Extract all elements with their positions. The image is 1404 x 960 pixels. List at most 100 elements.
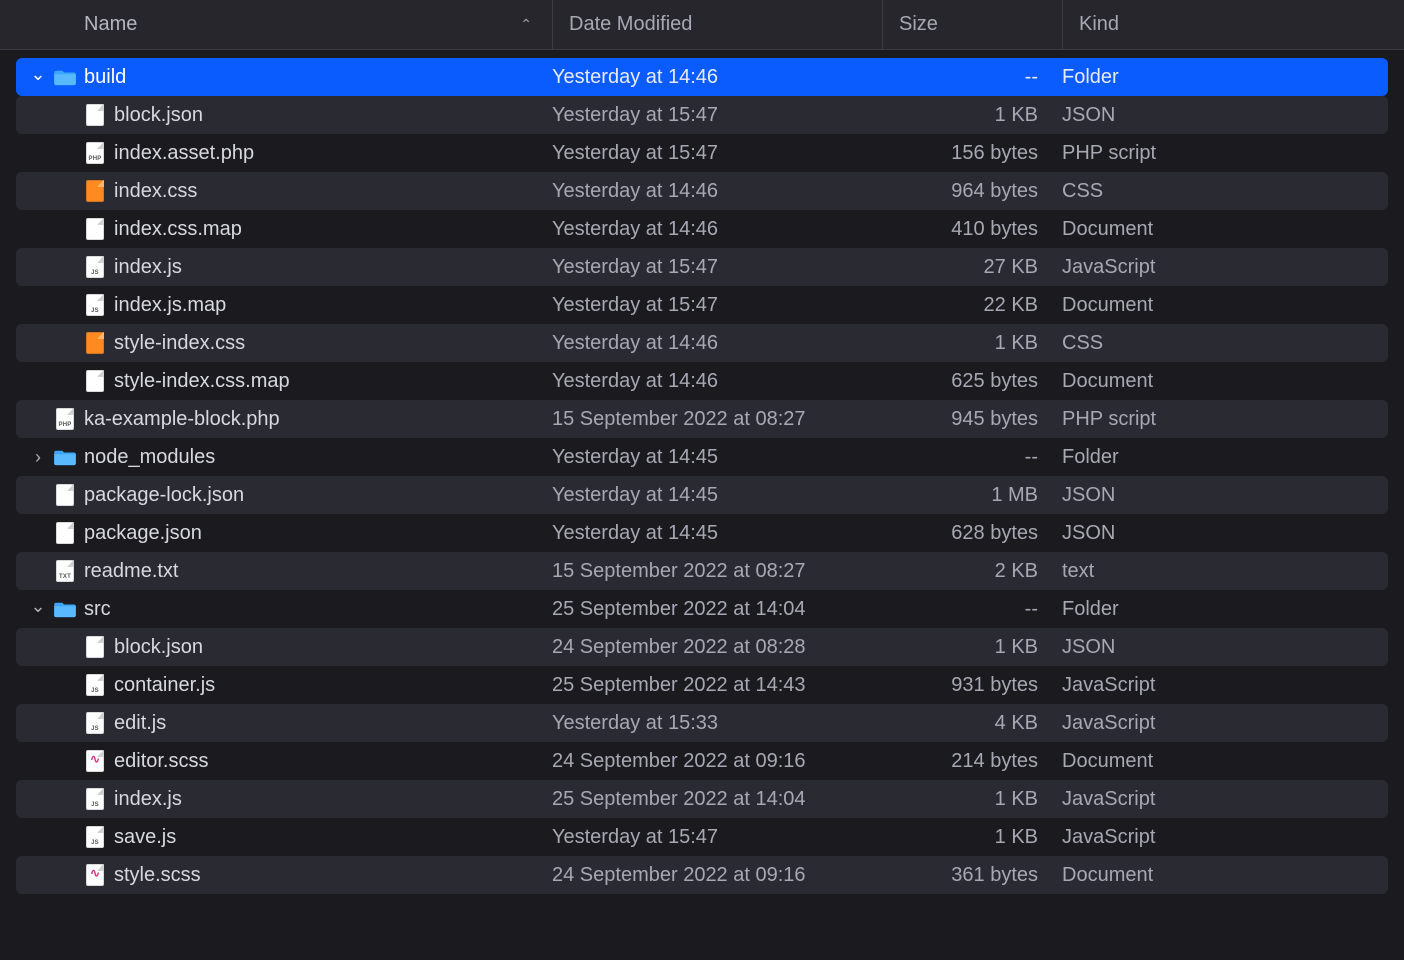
cell-size: -- — [882, 66, 1062, 89]
file-row[interactable]: JSindex.js.mapYesterday at 15:4722 KBDoc… — [16, 286, 1388, 324]
column-header-row: Name ⌃ Date Modified Size Kind — [0, 0, 1404, 50]
folder-row[interactable]: › node_modulesYesterday at 14:45--Folder — [16, 438, 1388, 476]
cell-date-modified: Yesterday at 15:33 — [552, 712, 882, 735]
disclosure-placeholder — [60, 830, 76, 845]
file-icon-wrapper: JS — [84, 788, 106, 810]
disclosure-placeholder — [60, 754, 76, 769]
file-row[interactable]: PHPka-example-block.php15 September 2022… — [16, 400, 1388, 438]
file-row[interactable]: style-index.css.mapYesterday at 14:46625… — [16, 362, 1388, 400]
disclosure-placeholder — [60, 146, 76, 161]
item-name: editor.scss — [114, 750, 208, 773]
file-row[interactable]: block.json24 September 2022 at 08:281 KB… — [16, 628, 1388, 666]
file-row[interactable]: JSindex.jsYesterday at 15:4727 KBJavaScr… — [16, 248, 1388, 286]
file-icon-wrapper: JS — [84, 674, 106, 696]
folder-row[interactable]: ⌄ buildYesterday at 14:46--Folder — [16, 58, 1388, 96]
file-row[interactable]: TXTreadme.txt15 September 2022 at 08:272… — [16, 552, 1388, 590]
file-icon-wrapper — [84, 370, 106, 392]
cell-kind: JavaScript — [1062, 712, 1388, 735]
item-name: save.js — [114, 826, 176, 849]
file-list[interactable]: ⌄ buildYesterday at 14:46--Folder block.… — [0, 50, 1404, 960]
cell-name: ⌄ src — [16, 598, 552, 621]
cell-date-modified: Yesterday at 14:46 — [552, 180, 882, 203]
file-icon — [56, 484, 74, 506]
file-row[interactable]: index.css.map Yesterday at 14:46410 bytes… — [16, 210, 1388, 248]
item-name: node_modules — [84, 446, 215, 469]
file-row[interactable]: JSsave.jsYesterday at 15:471 KBJavaScrip… — [16, 818, 1388, 856]
column-header-date-label: Date Modified — [569, 13, 692, 36]
item-name: index.js.map — [114, 294, 226, 317]
file-row[interactable]: PHPindex.asset.phpYesterday at 15:47156 … — [16, 134, 1388, 172]
cell-name: JSedit.js — [16, 712, 552, 735]
item-name: package-lock.json — [84, 484, 244, 507]
cell-name: JS container.js — [16, 674, 552, 697]
file-row[interactable]: JSindex.js25 September 2022 at 14:041 KB… — [16, 780, 1388, 818]
cell-date-modified: Yesterday at 15:47 — [552, 826, 882, 849]
chevron-down-icon[interactable]: ⌄ — [30, 598, 46, 617]
file-row[interactable]: ∿editor.scss24 September 2022 at 09:1621… — [16, 742, 1388, 780]
cell-size: 945 bytes — [882, 408, 1062, 431]
scss-file-icon: ∿ — [86, 750, 104, 772]
cell-name: PHPindex.asset.php — [16, 142, 552, 165]
disclosure-placeholder — [60, 108, 76, 123]
item-name: index.css.map — [114, 218, 242, 241]
column-header-date[interactable]: Date Modified — [552, 0, 882, 49]
cell-kind: Folder — [1062, 66, 1388, 89]
cell-size: 1 MB — [882, 484, 1062, 507]
cell-size: -- — [882, 598, 1062, 621]
cell-size: 4 KB — [882, 712, 1062, 735]
cell-date-modified: Yesterday at 15:47 — [552, 142, 882, 165]
file-row[interactable]: JScontainer.js25 September 2022 at 14:43… — [16, 666, 1388, 704]
folder-row[interactable]: ⌄ src25 September 2022 at 14:04--Folder — [16, 590, 1388, 628]
cell-size: 22 KB — [882, 294, 1062, 317]
item-name: build — [84, 66, 126, 89]
file-icon — [86, 104, 104, 126]
file-row[interactable]: index.cssYesterday at 14:46964 bytesCSS — [16, 172, 1388, 210]
item-name: package.json — [84, 522, 202, 545]
column-header-name-label: Name — [84, 13, 137, 36]
cell-kind: CSS — [1062, 332, 1388, 355]
cell-kind: JSON — [1062, 522, 1388, 545]
file-row[interactable]: block.jsonYesterday at 15:471 KBJSON — [16, 96, 1388, 134]
cell-date-modified: Yesterday at 14:45 — [552, 484, 882, 507]
cell-name: JSindex.js.map — [16, 294, 552, 317]
cell-name: ⌄ build — [16, 66, 552, 89]
cell-kind: Document — [1062, 864, 1388, 887]
cell-size: 628 bytes — [882, 522, 1062, 545]
cell-kind: JSON — [1062, 484, 1388, 507]
cell-size: 410 bytes — [882, 218, 1062, 241]
file-icon-wrapper: TXT — [54, 560, 76, 582]
file-icon-wrapper — [84, 636, 106, 658]
chevron-right-icon[interactable]: › — [30, 447, 46, 468]
file-row[interactable]: ∿style.scss24 September 2022 at 09:16361… — [16, 856, 1388, 894]
cell-date-modified: Yesterday at 14:45 — [552, 522, 882, 545]
file-icon — [86, 370, 104, 392]
cell-date-modified: Yesterday at 14:46 — [552, 66, 882, 89]
folder-icon — [54, 68, 76, 86]
disclosure-placeholder — [60, 868, 76, 883]
column-header-name[interactable]: Name ⌃ — [0, 13, 552, 36]
column-header-kind[interactable]: Kind — [1062, 0, 1404, 49]
chevron-down-icon[interactable]: ⌄ — [30, 66, 46, 85]
file-icon: PHP — [86, 142, 104, 164]
item-name: index.css — [114, 180, 197, 203]
cell-date-modified: Yesterday at 14:46 — [552, 218, 882, 241]
cell-date-modified: 25 September 2022 at 14:04 — [552, 598, 882, 621]
column-header-size[interactable]: Size — [882, 0, 1062, 49]
cell-kind: JavaScript — [1062, 256, 1388, 279]
disclosure-placeholder — [60, 222, 76, 237]
disclosure-placeholder — [60, 678, 76, 693]
cell-name: JS index.js — [16, 788, 552, 811]
folder-icon — [54, 448, 76, 466]
file-row[interactable]: package-lock.json Yesterday at 14:451 MBJ… — [16, 476, 1388, 514]
item-name: index.js — [114, 788, 182, 811]
cell-kind: JSON — [1062, 636, 1388, 659]
disclosure-placeholder — [30, 526, 46, 541]
cell-size: 1 KB — [882, 332, 1062, 355]
file-row[interactable]: JSedit.jsYesterday at 15:334 KBJavaScrip… — [16, 704, 1388, 742]
file-row[interactable]: package.json Yesterday at 14:45628 bytesJ… — [16, 514, 1388, 552]
file-row[interactable]: style-index.cssYesterday at 14:461 KBCSS — [16, 324, 1388, 362]
item-name: container.js — [114, 674, 215, 697]
item-name: style-index.css.map — [114, 370, 290, 393]
scss-file-icon: ∿ — [86, 864, 104, 886]
finder-list-view: Name ⌃ Date Modified Size Kind ⌄ buildYe… — [0, 0, 1404, 960]
